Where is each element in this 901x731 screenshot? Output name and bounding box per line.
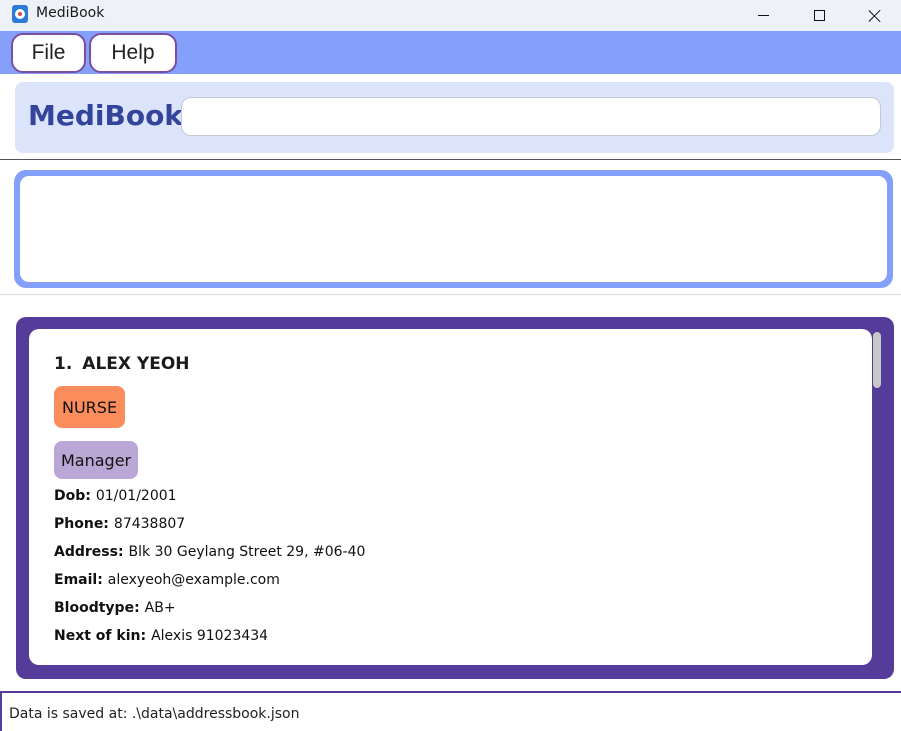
app-icon — [12, 5, 28, 23]
person-card[interactable]: 1. ALEX YEOH NURSE Manager Dob: 01/01/2001… — [29, 329, 872, 665]
header-divider — [0, 159, 901, 160]
menu-help-button[interactable]: Help — [89, 33, 177, 73]
maximize-icon — [813, 10, 825, 21]
person-name: ALEX YEOH — [82, 354, 190, 374]
minimize-icon — [757, 15, 769, 16]
list-scrollbar-thumb[interactable] — [873, 332, 881, 388]
next-of-kin-field: Next of kin: Alexis 91023434 — [54, 628, 268, 644]
header: MediBook — [0, 74, 901, 160]
email-value: alexyeoh@example.com — [107, 572, 280, 588]
result-display — [20, 176, 887, 282]
person-index: 1. — [54, 354, 73, 374]
minimize-button[interactable] — [740, 0, 786, 31]
dob-label: Dob: — [54, 488, 91, 504]
result-divider — [0, 294, 901, 295]
person-name-line: 1. ALEX YEOH — [54, 354, 190, 374]
close-icon — [868, 9, 882, 23]
bloodtype-value: AB+ — [144, 600, 176, 616]
bloodtype-label: Bloodtype: — [54, 600, 140, 616]
phone-label: Phone: — [54, 516, 109, 532]
command-input[interactable] — [181, 97, 881, 136]
role-tag: NURSE — [54, 386, 126, 428]
menu-file-button[interactable]: File — [11, 33, 86, 73]
email-label: Email: — [54, 572, 103, 588]
tag-chip: Manager — [54, 441, 139, 479]
bloodtype-field: Bloodtype: AB+ — [54, 600, 176, 616]
maximize-button[interactable] — [796, 0, 842, 31]
address-value: Blk 30 Geylang Street 29, #06-40 — [128, 544, 366, 560]
title-bar: MediBook — [0, 0, 901, 31]
app-logo-text: MediBook — [28, 99, 183, 132]
phone-value: 87438807 — [113, 516, 186, 532]
phone-field: Phone: 87438807 — [54, 516, 185, 532]
next-of-kin-label: Next of kin: — [54, 628, 147, 644]
window-title: MediBook — [36, 5, 105, 21]
close-button[interactable] — [852, 0, 898, 31]
address-label: Address: — [54, 544, 124, 560]
dob-value: 01/01/2001 — [95, 488, 177, 504]
email-field: Email: alexyeoh@example.com — [54, 572, 280, 588]
result-display-frame — [14, 170, 893, 288]
person-list: 1. ALEX YEOH NURSE Manager Dob: 01/01/2001… — [16, 317, 894, 679]
header-panel: MediBook — [15, 82, 894, 153]
menu-bar: File Help — [0, 31, 901, 74]
status-save-location: Data is saved at: .\data\addressbook.jso… — [9, 706, 300, 722]
dob-field: Dob: 01/01/2001 — [54, 488, 177, 504]
address-field: Address: Blk 30 Geylang Street 29, #06-40 — [54, 544, 365, 560]
status-bar: Data is saved at: .\data\addressbook.jso… — [2, 693, 901, 731]
next-of-kin-value: Alexis 91023434 — [151, 628, 269, 644]
